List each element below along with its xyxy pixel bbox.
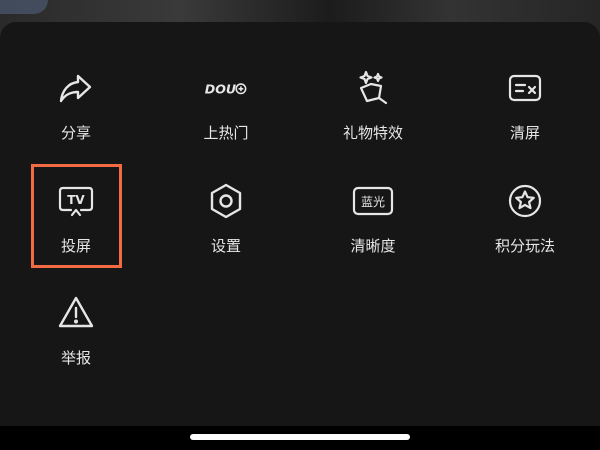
menu-item-label: 设置 <box>210 237 241 255</box>
menu-item-label: 清屏 <box>509 124 540 142</box>
menu-item-report[interactable]: 举报 <box>21 291 131 381</box>
menu-item-label: 积分玩法 <box>494 237 555 255</box>
dou-plus-icon: DOU <box>204 66 248 110</box>
menu-item-share[interactable]: 分享 <box>21 66 131 156</box>
share-arrow-icon <box>54 66 98 110</box>
menu-item-clear-screen[interactable]: 清屏 <box>470 66 580 156</box>
points-star-icon <box>503 179 547 223</box>
settings-hexagon-icon <box>204 179 248 223</box>
report-warning-icon <box>54 291 98 335</box>
menu-item-points[interactable]: 积分玩法 <box>470 179 580 269</box>
home-indicator[interactable] <box>190 434 410 440</box>
menu-item-label: 清晰度 <box>350 237 396 255</box>
resolution-icon: 蓝光 <box>351 179 395 223</box>
gift-effect-icon <box>351 66 395 110</box>
dou-text: DOU <box>205 82 236 97</box>
menu-item-label: 上热门 <box>203 124 249 142</box>
menu-item-label: 举报 <box>60 349 91 367</box>
menu-item-dou-plus[interactable]: DOU 上热门 <box>171 66 281 156</box>
tv-cast-icon: TV <box>54 179 98 223</box>
avatar <box>0 0 48 14</box>
menu-item-resolution[interactable]: 蓝光 清晰度 <box>318 179 428 269</box>
menu-item-label: 分享 <box>60 124 91 142</box>
clear-screen-icon <box>503 66 547 110</box>
menu-item-label: 投屏 <box>60 237 91 255</box>
menu-item-tv-cast[interactable]: TV 投屏 <box>21 179 131 269</box>
tv-text: TV <box>67 193 85 207</box>
menu-item-gift-effect[interactable]: 礼物特效 <box>318 66 428 156</box>
resolution-text: 蓝光 <box>361 195 385 209</box>
menu-item-settings[interactable]: 设置 <box>171 179 281 269</box>
menu-item-label: 礼物特效 <box>342 124 403 142</box>
